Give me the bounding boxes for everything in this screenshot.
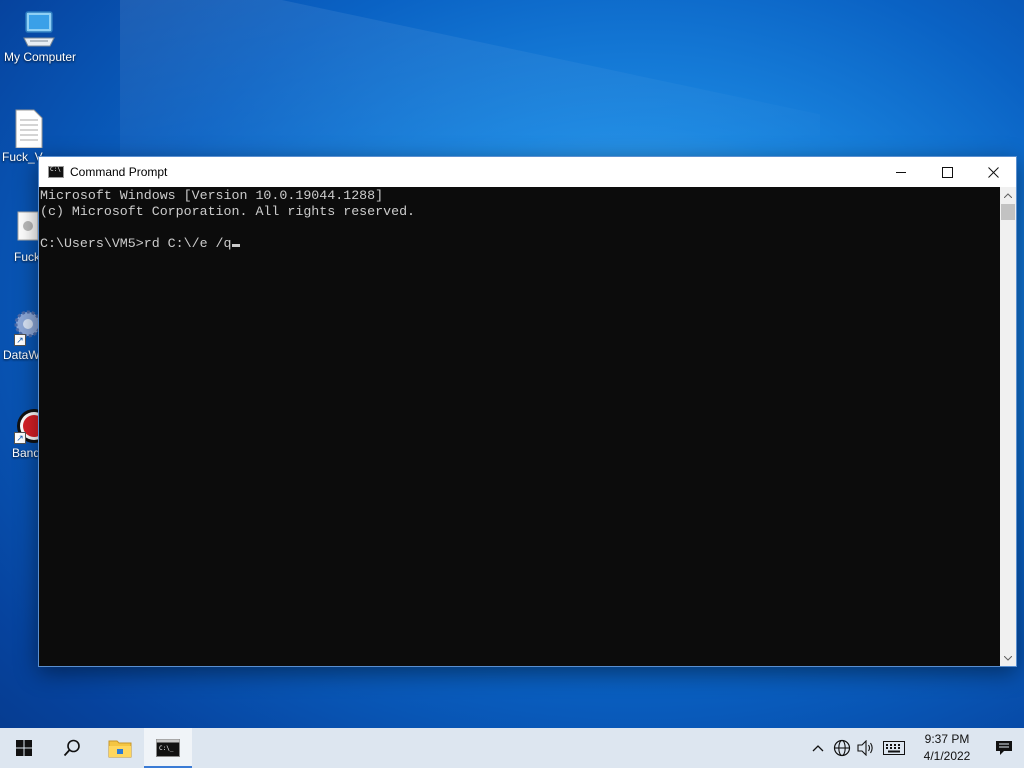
console-command: C:\Users\VM5>rd C:\/e /q [40, 236, 232, 251]
svg-text:C:\_: C:\_ [159, 745, 174, 752]
taskbar: C:\_ 9:37 PM 4/1/2022 [0, 728, 1024, 768]
console-line: Microsoft Windows [Version 10.0.19044.12… [40, 188, 384, 203]
chevron-up-icon [812, 745, 824, 752]
desktop-icon-label: My Computer [3, 50, 77, 64]
window-controls [878, 157, 1016, 187]
record-shortcut-icon: ↗ [0, 404, 38, 444]
start-button[interactable] [0, 728, 48, 768]
maximize-icon [941, 166, 953, 178]
keyboard-icon [883, 741, 905, 755]
maximize-button[interactable] [924, 157, 970, 187]
close-button[interactable] [970, 157, 1016, 187]
file-explorer-button[interactable] [96, 728, 144, 768]
chevron-down-icon [1004, 655, 1012, 661]
command-prompt-taskbar-button[interactable]: C:\_ [144, 728, 192, 768]
scroll-thumb[interactable] [1001, 204, 1015, 220]
console-output[interactable]: Microsoft Windows [Version 10.0.19044.12… [39, 187, 1000, 666]
console-line: (c) Microsoft Corporation. All rights re… [40, 204, 416, 219]
text-file-icon [8, 108, 48, 149]
console-line: ​ [40, 220, 1000, 236]
computer-icon [20, 8, 60, 48]
scroll-down-button[interactable] [1000, 650, 1016, 666]
volume-icon [857, 740, 873, 756]
shortcut-arrow-icon: ↗ [14, 334, 26, 346]
title-bar[interactable]: Command Prompt [39, 157, 1016, 187]
clock-date: 4/1/2022 [923, 749, 971, 763]
window-title: Command Prompt [70, 165, 168, 179]
desktop-icon-label: Fuck [14, 250, 38, 264]
desktop-icon-label: Band [12, 446, 38, 460]
volume-button[interactable] [854, 728, 878, 768]
desktop-icon-band-shortcut[interactable]: ↗ Band [0, 404, 38, 460]
network-button[interactable] [830, 728, 854, 768]
folder-icon [108, 740, 132, 758]
settings-file-icon [0, 208, 38, 248]
show-hidden-icons-button[interactable] [806, 728, 830, 768]
close-icon [987, 166, 999, 178]
desktop-icon-label: DataW [3, 348, 38, 362]
console-prompt-line: C:\Users\VM5>rd C:\/e /q [40, 236, 1000, 252]
windows-logo-icon [16, 740, 32, 756]
cmd-title-icon [48, 166, 64, 178]
desktop-icon-settings-file[interactable]: Fuck [0, 208, 38, 264]
cmd-icon: C:\_ [156, 739, 180, 757]
network-icon [833, 739, 851, 757]
vertical-scrollbar[interactable] [1000, 187, 1016, 666]
chevron-up-icon [1004, 192, 1012, 198]
search-icon [63, 739, 80, 757]
touch-keyboard-button[interactable] [878, 728, 910, 768]
system-tray: 9:37 PM 4/1/2022 [806, 728, 1024, 768]
notification-icon [996, 741, 1012, 755]
desktop-icon-dataw-shortcut[interactable]: ↗ DataW [0, 306, 38, 362]
scroll-up-button[interactable] [1000, 187, 1016, 203]
action-center-button[interactable] [984, 728, 1024, 768]
search-button[interactable] [48, 728, 96, 768]
text-cursor [231, 244, 240, 247]
shortcut-arrow-icon: ↗ [14, 432, 26, 444]
gear-shortcut-icon: ↗ [0, 306, 38, 346]
desktop-icon-my-computer[interactable]: My Computer [0, 8, 80, 64]
minimize-icon [895, 171, 906, 173]
clock-time: 9:37 PM [924, 732, 970, 746]
command-prompt-window[interactable]: Command Prompt Microsoft Windows [Versio… [38, 156, 1017, 667]
minimize-button[interactable] [878, 157, 924, 187]
clock[interactable]: 9:37 PM 4/1/2022 [910, 728, 984, 768]
